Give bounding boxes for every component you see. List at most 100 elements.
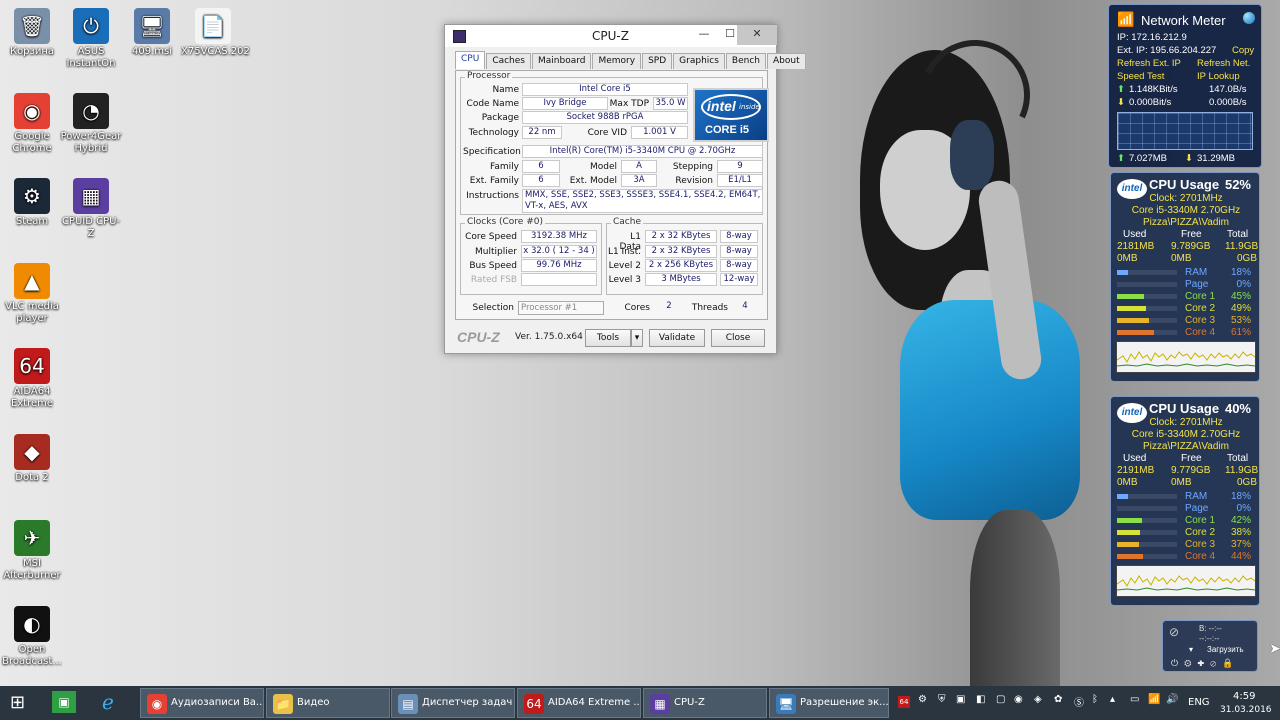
taskbar-item[interactable]: ▤ Диспетчер задач: [391, 688, 515, 718]
cpuz-tabs: CPU Caches Mainboard Memory SPD Graphics Bench…: [455, 51, 807, 69]
tab-cpu[interactable]: CPU: [455, 51, 486, 69]
tray-nvidia-icon[interactable]: ◧: [976, 694, 985, 705]
tray-steam-icon[interactable]: ⚙: [918, 694, 927, 705]
tab-graphics[interactable]: Graphics: [673, 53, 725, 69]
usage-bar-label: Core 2: [1185, 527, 1216, 538]
tab-bench[interactable]: Bench: [725, 53, 766, 69]
desktop-icon[interactable]: ◉ Google Chrome: [0, 93, 64, 155]
desktop-icon[interactable]: ◐ Open Broadcast...: [0, 606, 64, 668]
tab-spd[interactable]: SPD: [642, 53, 673, 69]
taskbar-item[interactable]: ▦ CPU-Z: [643, 688, 767, 718]
tray-skype-icon[interactable]: Ⓢ: [1074, 694, 1084, 709]
download-controls-icon[interactable]: ⏻⚙✚⊘🔒: [1171, 658, 1239, 669]
taskbar-item[interactable]: ◉ Аудиозаписи Ва...: [140, 688, 264, 718]
desktop-icon[interactable]: 🖥 409.msi: [120, 8, 184, 58]
tray-gear-icon[interactable]: ✿: [1054, 694, 1062, 705]
refresh-ext-ip-link[interactable]: Refresh Ext. IP: [1117, 58, 1181, 69]
network-meter-gadget[interactable]: 📶 Network Meter IP: 172.16.212.9 Ext. IP…: [1108, 4, 1262, 168]
cpu-usage-gadget[interactable]: intel CPU Usage 52% Clock: 2701MHz Core i5-3…: [1110, 172, 1260, 382]
codename-label: Code Name: [466, 99, 519, 109]
cpuz-version: Ver. 1.75.0.x64: [515, 332, 583, 342]
usage-bar: [1117, 494, 1177, 499]
usage-bar-value: 38%: [1230, 527, 1251, 538]
taskbar-item[interactable]: 🖥 Разрешение эк...: [769, 688, 889, 718]
internet-explorer-icon[interactable]: ℯ: [102, 690, 114, 714]
close-window-button[interactable]: ✕: [737, 25, 777, 45]
cpuz-window[interactable]: CPU-Z — ☐ ✕ CPU Caches Mainboard Memory SPD G…: [444, 24, 806, 354]
desktop-icon[interactable]: ▲ VLC media player: [0, 263, 64, 325]
desktop-icon[interactable]: ⏻ ASUS InstantOn: [59, 8, 123, 70]
l1inst-value: 2 x 32 KBytes: [645, 245, 717, 258]
desktop-icon[interactable]: ✈ MSI Afterburner: [0, 520, 64, 582]
usage-bar: [1117, 518, 1177, 523]
cpuz-brand: CPU-Z: [457, 329, 500, 345]
l2-label: Level 2: [608, 261, 641, 271]
processor-select[interactable]: Processor #1: [518, 301, 604, 315]
taskbar-item[interactable]: 64 AIDA64 Extreme ...: [517, 688, 641, 718]
cpuz-titlebar[interactable]: CPU-Z — ☐ ✕: [445, 25, 777, 47]
desktop-icon-label: MSI Afterburner: [3, 558, 61, 581]
clock-date[interactable]: 31.03.2016: [1220, 705, 1272, 715]
minimize-button[interactable]: —: [691, 25, 717, 45]
tab-memory[interactable]: Memory: [592, 53, 642, 69]
tab-mainboard[interactable]: Mainboard: [532, 53, 592, 69]
multiplier-value: x 32.0 ( 12 - 34 ): [521, 245, 597, 258]
tools-button[interactable]: Tools: [585, 329, 631, 347]
family-value: 6: [522, 160, 560, 173]
usage-bar-label: Core 3: [1185, 315, 1216, 326]
tab-caches[interactable]: Caches: [486, 53, 531, 69]
tray-chrome-icon[interactable]: ◉: [1014, 694, 1023, 705]
volume-icon[interactable]: 🔊: [1166, 694, 1178, 705]
tray-security-icon[interactable]: ⛨: [938, 694, 946, 705]
start-button-icon[interactable]: ⊞: [10, 692, 25, 713]
threads-value: 4: [742, 301, 748, 311]
store-icon[interactable]: ▣: [52, 691, 76, 713]
spec-label: Specification: [463, 147, 521, 157]
l1data-way: 8-way: [720, 230, 758, 243]
close-button[interactable]: Close: [711, 329, 765, 347]
desktop-icon[interactable]: ▦ CPUID CPU-Z: [59, 178, 123, 240]
desktop-icon[interactable]: 📄 X75VCAS.202: [181, 8, 250, 58]
download-gadget[interactable]: ⊘ B: --:-- --:--:-- Загрузить ▾ ⏻⚙✚⊘🔒: [1162, 620, 1258, 672]
desktop-icon[interactable]: ◔ Power4Gear Hybrid: [59, 93, 123, 155]
processor-group-label: Processor: [465, 71, 513, 81]
revision-label: Revision: [675, 176, 713, 186]
taskbar-item[interactable]: 📁 Видео: [266, 688, 390, 718]
mouse-cursor-icon: ➤: [1269, 641, 1280, 657]
clock-time[interactable]: 4:59: [1233, 691, 1255, 702]
tray-arrow-icon[interactable]: ▴: [1110, 694, 1115, 705]
bluetooth-icon[interactable]: ᛒ: [1092, 694, 1098, 705]
usage-bar-fill: [1117, 518, 1143, 523]
tray-monitor-icon[interactable]: ▣: [956, 694, 965, 705]
copy-link[interactable]: Copy: [1232, 45, 1254, 56]
tools-dropdown-icon[interactable]: ▾: [631, 329, 643, 347]
extmodel-label: Ext. Model: [569, 176, 617, 186]
validate-button[interactable]: Validate: [649, 329, 705, 347]
ip-lookup-link[interactable]: IP Lookup: [1197, 71, 1240, 82]
download-label[interactable]: Загрузить: [1207, 645, 1244, 654]
l3-value: 3 MBytes: [645, 273, 717, 286]
desktop-icon-image: ◉: [14, 93, 50, 129]
battery-icon[interactable]: ▭: [1130, 694, 1139, 705]
name-label: Name: [492, 85, 519, 95]
ext-ip-address: Ext. IP: 195.66.204.227: [1117, 45, 1217, 56]
spec-value: Intel(R) Core(TM) i5-3340M CPU @ 2.70GHz: [522, 145, 763, 158]
cpu-usage-gadget[interactable]: intel CPU Usage 40% Clock: 2701MHz Core i5-3…: [1110, 396, 1260, 606]
desktop-icon[interactable]: 🗑 Корзина: [0, 8, 64, 58]
language-indicator[interactable]: ENG: [1188, 697, 1210, 708]
cpu-host: Pizza\PIZZA\Vadim: [1143, 217, 1229, 228]
tab-about[interactable]: About: [767, 53, 806, 69]
desktop-icon[interactable]: 64 AIDA64 Extreme: [0, 348, 64, 410]
tray-display-icon[interactable]: ▢: [996, 694, 1005, 705]
speed-test-link[interactable]: Speed Test: [1117, 71, 1164, 82]
refresh-net-link[interactable]: Refresh Net.: [1197, 58, 1250, 69]
desktop-icon[interactable]: ◆ Dota 2: [0, 434, 64, 484]
usage-bar: [1117, 530, 1177, 535]
tray-aida64-icon[interactable]: 64: [898, 696, 910, 708]
tray-app-icon[interactable]: ◈: [1034, 694, 1042, 705]
network-icon[interactable]: 📶: [1148, 694, 1160, 705]
l3-label: Level 3: [608, 275, 641, 285]
page-free: 0MB: [1171, 477, 1192, 488]
desktop-icon[interactable]: ⚙ Steam: [0, 178, 64, 228]
upload-total-icon: ⬆: [1117, 153, 1125, 164]
